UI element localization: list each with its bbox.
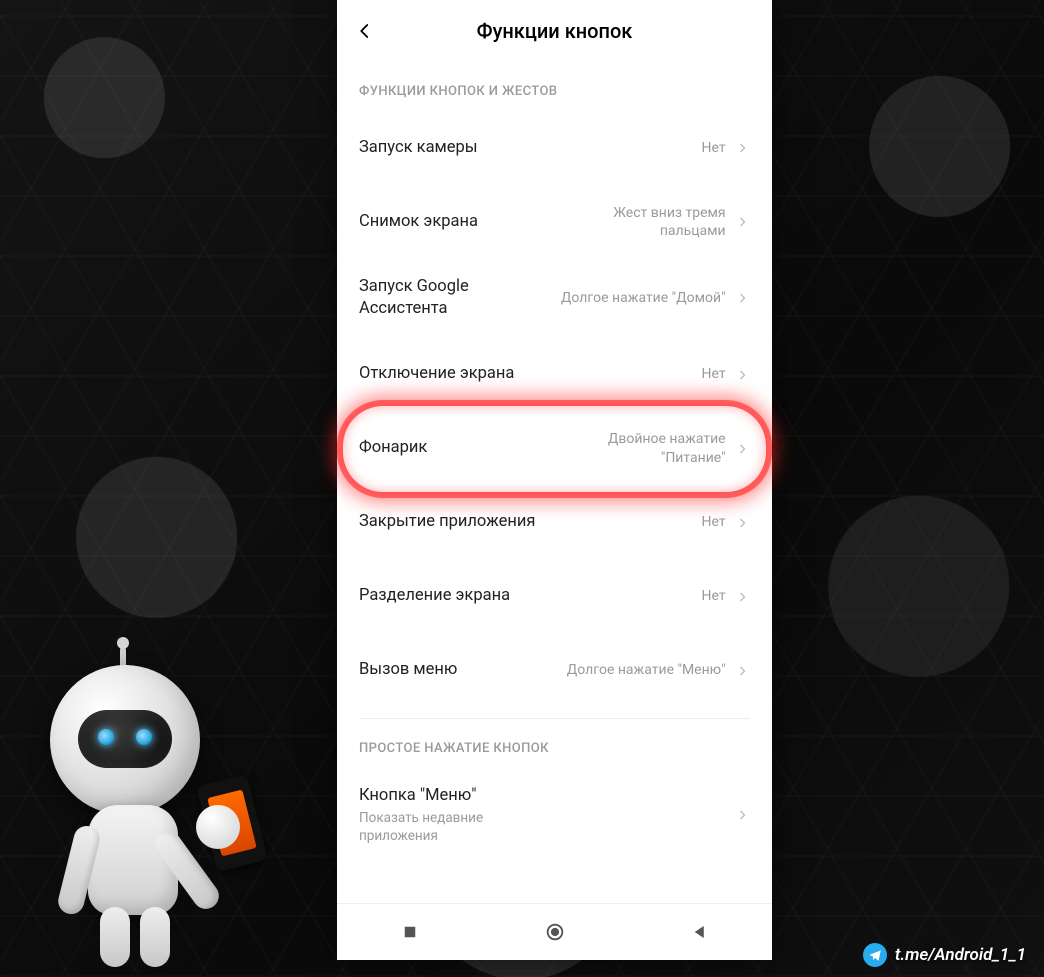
chevron-right-icon xyxy=(734,142,750,154)
nav-back-button[interactable] xyxy=(670,912,730,952)
row-label: Снимок экрана xyxy=(359,211,547,233)
phone-screen: Функции кнопок ФУНКЦИИ КНОПОК И ЖЕСТОВ З… xyxy=(337,0,772,960)
row-label: Фонарик xyxy=(359,437,547,459)
row-value: Долгое нажатие "Меню" xyxy=(547,661,725,679)
row-screenshot[interactable]: Снимок экрана Жест вниз тремя пальцами xyxy=(337,185,772,259)
row-value: Долгое нажатие "Домой" xyxy=(547,289,725,307)
row-flashlight[interactable]: Фонарик Двойное нажатие "Питание" xyxy=(337,412,772,486)
page-title: Функции кнопок xyxy=(379,19,730,43)
row-label: Запуск камеры xyxy=(359,137,547,159)
row-close-app[interactable]: Закрытие приложения Нет xyxy=(337,486,772,560)
row-label: Закрытие приложения xyxy=(359,511,547,533)
chevron-right-icon xyxy=(734,591,750,603)
row-screen-off[interactable]: Отключение экрана Нет xyxy=(337,338,772,412)
row-value: Нет xyxy=(547,587,725,605)
watermark-text: t.me/Android_1_1 xyxy=(895,945,1026,965)
watermark-link[interactable]: t.me/Android_1_1 xyxy=(863,943,1026,967)
row-flashlight-highlight: Фонарик Двойное нажатие "Питание" xyxy=(337,412,772,486)
row-value: Жест вниз тремя пальцами xyxy=(547,204,725,240)
chevron-right-icon xyxy=(734,292,750,304)
row-value: Нет xyxy=(547,139,725,157)
row-label: Вызов меню xyxy=(359,659,547,681)
row-split-screen[interactable]: Разделение экрана Нет xyxy=(337,560,772,634)
row-label: Кнопка "Меню" Показать недавние приложен… xyxy=(359,785,547,846)
row-google-assistant[interactable]: Запуск Google Ассистента Долгое нажатие … xyxy=(337,259,772,338)
row-launch-camera[interactable]: Запуск камеры Нет xyxy=(337,111,772,185)
section-header-simple: ПРОСТОЕ НАЖАТИЕ КНОПОК xyxy=(337,719,772,768)
chevron-right-icon xyxy=(734,809,750,821)
section-header-gestures: ФУНКЦИИ КНОПОК И ЖЕСТОВ xyxy=(337,62,772,111)
chevron-right-icon xyxy=(734,369,750,381)
android-navbar xyxy=(337,903,772,960)
title-bar: Функции кнопок xyxy=(337,0,772,62)
telegram-icon xyxy=(863,943,887,967)
nav-recent-button[interactable] xyxy=(380,912,440,952)
robot-mascot xyxy=(10,655,300,975)
row-label: Отключение экрана xyxy=(359,363,547,385)
row-menu-call[interactable]: Вызов меню Долгое нажатие "Меню" xyxy=(337,634,772,708)
row-value: Нет xyxy=(547,513,725,531)
back-button[interactable] xyxy=(351,17,379,45)
row-menu-button[interactable]: Кнопка "Меню" Показать недавние приложен… xyxy=(337,768,772,863)
row-label: Разделение экрана xyxy=(359,585,547,607)
chevron-right-icon xyxy=(734,443,750,455)
nav-home-button[interactable] xyxy=(525,912,585,952)
row-value: Нет xyxy=(547,365,725,383)
chevron-right-icon xyxy=(734,216,750,228)
row-label: Запуск Google Ассистента xyxy=(359,276,547,321)
row-sublabel: Показать недавние приложения xyxy=(359,809,537,845)
chevron-right-icon xyxy=(734,665,750,677)
row-value: Двойное нажатие "Питание" xyxy=(547,430,725,466)
chevron-right-icon xyxy=(734,517,750,529)
